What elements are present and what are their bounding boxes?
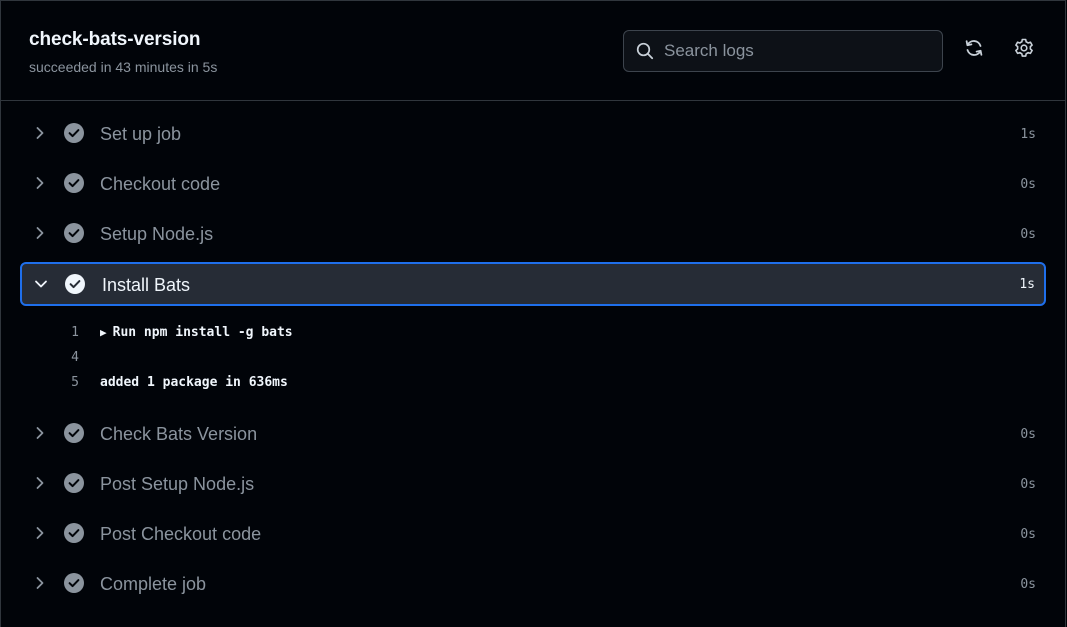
step-label: Post Checkout code [100,524,262,544]
log-line-text[interactable]: ▶ Run npm install -g bats [100,325,293,340]
step-duration: 0s [1020,177,1036,192]
step-setup-node[interactable]: Setup Node.js 0s [20,212,1046,256]
step-complete-job[interactable]: Complete job 0s [20,562,1046,606]
log-line-number[interactable]: 4 [41,350,79,365]
log-line-number[interactable]: 1 [41,325,79,340]
log-line[interactable]: 1 ▶ Run npm install -g bats [1,323,1065,343]
step-label: Complete job [100,574,207,594]
step-check-bats-version[interactable]: Check Bats Version 0s [20,412,1046,456]
step-post-checkout-code[interactable]: Post Checkout code 0s [20,512,1046,556]
caret-right-icon[interactable]: ▶ [100,326,107,339]
search-icon [636,42,654,60]
step-duration: 1s [1020,127,1036,142]
step-label: Checkout code [100,174,221,194]
check-circle-icon [64,523,84,543]
check-circle-icon [64,223,84,243]
step-duration: 0s [1020,427,1036,442]
job-status-summary: succeeded in 43 minutes in 5s [29,59,218,75]
step-duration: 0s [1020,577,1036,592]
gear-icon [1013,37,1035,64]
check-circle-icon [64,423,84,443]
step-checkout-code[interactable]: Checkout code 0s [20,162,1046,206]
step-post-setup-node[interactable]: Post Setup Node.js 0s [20,462,1046,506]
chevron-down-icon [33,276,49,292]
check-circle-icon [64,173,84,193]
search-logs-box[interactable] [623,30,943,72]
refresh-button[interactable] [961,37,987,63]
step-label: Post Setup Node.js [100,474,255,494]
step-label: Check Bats Version [100,424,258,444]
job-title: check-bats-version [29,29,201,50]
log-line: 4 [1,348,1065,368]
job-log-panel: check-bats-version succeeded in 43 minut… [0,0,1066,627]
step-duration: 1s [1019,277,1035,292]
step-duration: 0s [1020,527,1036,542]
chevron-right-icon [32,225,48,241]
step-duration: 0s [1020,227,1036,242]
chevron-right-icon [32,425,48,441]
job-header: check-bats-version succeeded in 43 minut… [1,1,1065,101]
check-circle-icon [64,123,84,143]
check-circle-icon [64,573,84,593]
chevron-right-icon [32,175,48,191]
log-group-title: Run npm install -g bats [112,325,293,340]
chevron-right-icon [32,125,48,141]
log-line-text: added 1 package in 636ms [100,375,288,390]
log-line: 5 added 1 package in 636ms [1,373,1065,393]
step-label: Install Bats [102,275,191,295]
step-install-bats[interactable]: Install Bats 1s [20,262,1046,306]
step-label: Set up job [100,124,182,144]
search-logs-input[interactable] [664,31,934,71]
chevron-right-icon [32,475,48,491]
step-duration: 0s [1020,477,1036,492]
step-set-up-job[interactable]: Set up job 1s [20,112,1046,156]
chevron-right-icon [32,525,48,541]
refresh-icon [963,37,985,64]
step-label: Setup Node.js [100,224,214,244]
check-circle-icon [65,274,85,294]
check-circle-icon [64,473,84,493]
chevron-right-icon [32,575,48,591]
log-line-number[interactable]: 5 [41,375,79,390]
log-settings-button[interactable] [1011,37,1037,63]
